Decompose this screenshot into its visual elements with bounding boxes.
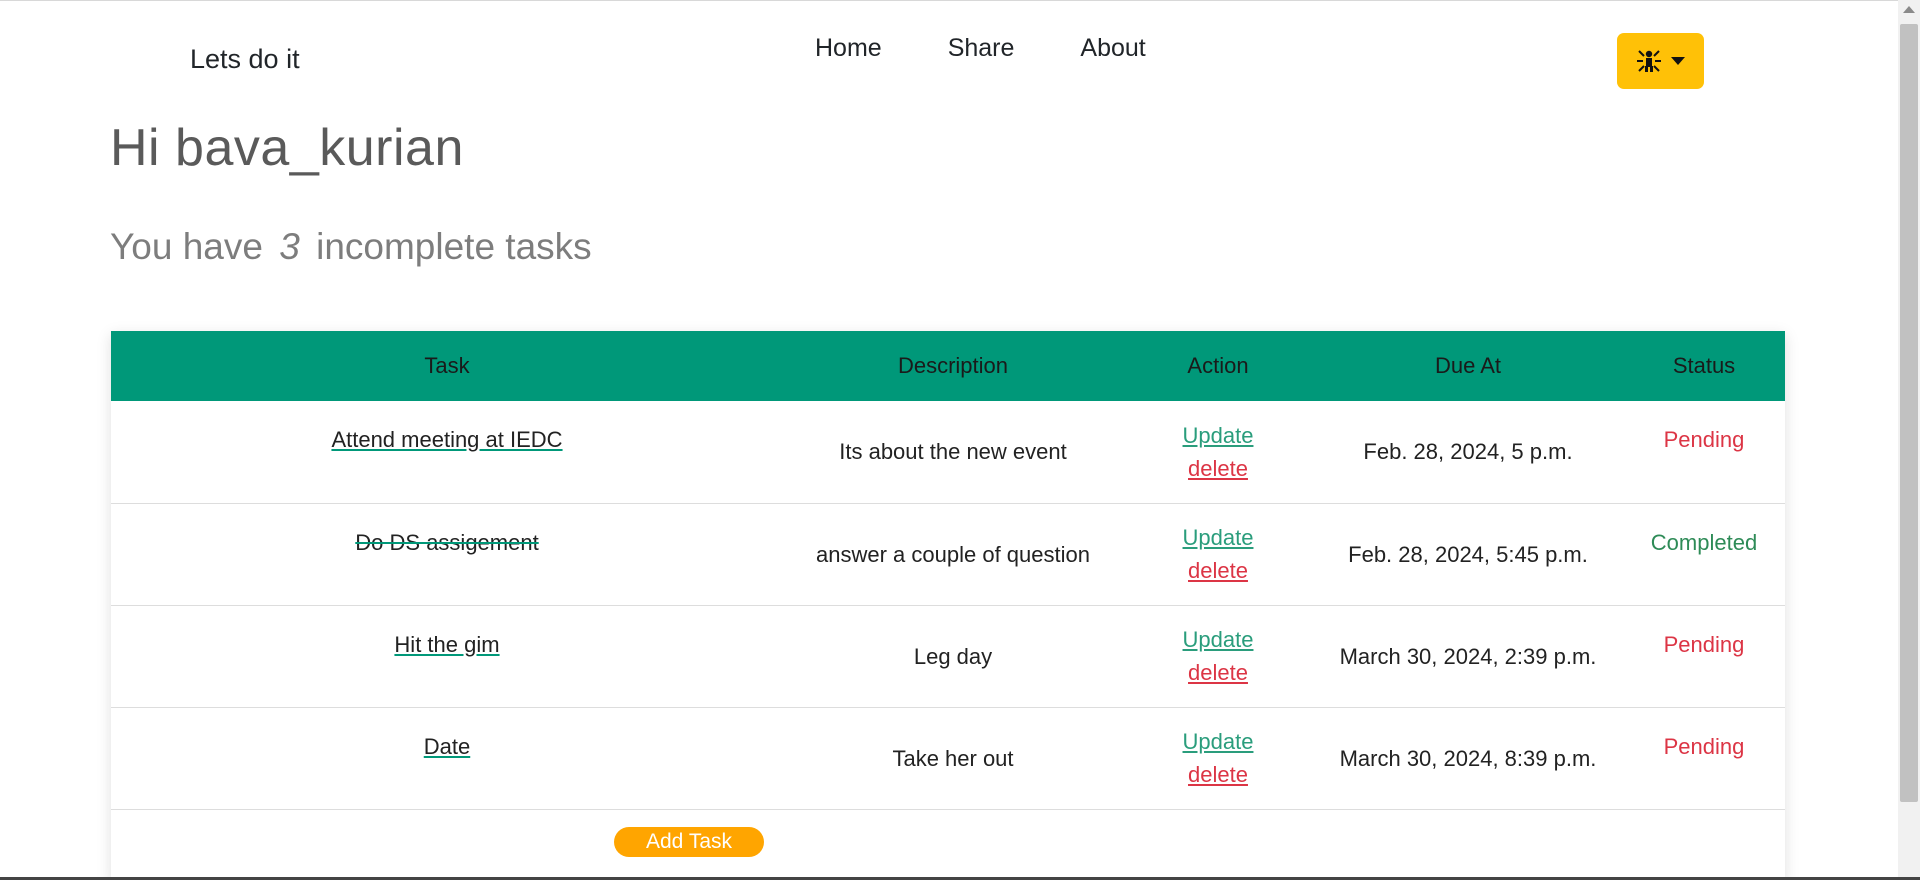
status-badge: Completed [1650, 529, 1758, 555]
task-link[interactable]: Do DS assigement [355, 530, 538, 555]
status-badge: Pending [1663, 631, 1745, 657]
tasks-table: Task Description Action Due At Status At… [111, 331, 1785, 810]
update-link[interactable]: Update [1131, 623, 1305, 656]
due-at-cell: Feb. 28, 2024, 5 p.m. [1363, 439, 1573, 465]
greeting-heading: Hi bava_kurian [110, 119, 464, 177]
top-border [0, 0, 1920, 1]
delete-link[interactable]: delete [1131, 656, 1305, 689]
table-row: Date Take her out Update delete March 30… [111, 707, 1785, 809]
column-header-task: Task [424, 353, 470, 378]
nav-share-link[interactable]: Share [948, 34, 1015, 63]
description-cell: Leg day [913, 643, 993, 669]
summary-prefix: You have [110, 226, 263, 267]
delete-link[interactable]: delete [1131, 452, 1305, 485]
table-row: Attend meeting at IEDC Its about the new… [111, 401, 1785, 503]
task-cell: Date [111, 707, 783, 809]
table-row: Do DS assigement answer a couple of ques… [111, 503, 1785, 605]
delete-link[interactable]: delete [1131, 758, 1305, 791]
column-header-due-at: Due At [1434, 353, 1502, 378]
theme-toggle-button[interactable] [1617, 33, 1704, 89]
chevron-down-icon [1671, 57, 1685, 65]
status-badge: Pending [1663, 733, 1745, 759]
table-header-row: Task Description Action Due At Status [111, 331, 1785, 401]
task-link[interactable]: Hit the gim [394, 632, 499, 657]
theme-auto-icon [1637, 50, 1661, 72]
table-row: Hit the gim Leg day Update delete March … [111, 605, 1785, 707]
column-header-status: Status [1672, 353, 1736, 378]
action-cell: Update delete [1123, 605, 1313, 707]
description-cell: Take her out [892, 745, 1014, 771]
column-header-description: Description [897, 353, 1009, 378]
nav-home-link[interactable]: Home [815, 34, 882, 63]
nav-about-link[interactable]: About [1080, 34, 1145, 63]
task-cell: Attend meeting at IEDC [111, 401, 783, 503]
description-cell: answer a couple of question [816, 541, 1090, 567]
scrollbar-thumb[interactable] [1900, 24, 1918, 802]
status-badge: Pending [1663, 427, 1745, 452]
add-task-button[interactable]: Add Task [614, 827, 764, 857]
description-cell: Its about the new event [839, 439, 1067, 465]
brand-title[interactable]: Lets do it [190, 44, 300, 75]
update-link[interactable]: Update [1131, 521, 1305, 554]
action-cell: Update delete [1123, 401, 1313, 503]
due-at-cell: March 30, 2024, 2:39 p.m. [1339, 643, 1597, 669]
update-link[interactable]: Update [1131, 419, 1305, 452]
task-link[interactable]: Date [424, 734, 470, 759]
task-cell: Hit the gim [111, 605, 783, 707]
tasks-table-card: Task Description Action Due At Status At… [111, 331, 1785, 880]
page: Lets do it Home Share About Hi bava_kuri… [0, 0, 1920, 880]
delete-link[interactable]: delete [1131, 554, 1305, 587]
summary-suffix: incomplete tasks [316, 226, 592, 267]
scroll-up-arrow-icon[interactable] [1903, 6, 1915, 13]
action-cell: Update delete [1123, 503, 1313, 605]
column-header-action: Action [1187, 353, 1249, 378]
incomplete-summary: You have 3 incomplete tasks [110, 226, 592, 268]
task-link[interactable]: Attend meeting at IEDC [331, 427, 562, 452]
incomplete-count: 3 [279, 226, 300, 267]
due-at-cell: March 30, 2024, 8:39 p.m. [1339, 745, 1597, 771]
task-cell: Do DS assigement [111, 503, 783, 605]
action-cell: Update delete [1123, 707, 1313, 809]
due-at-cell: Feb. 28, 2024, 5:45 p.m. [1348, 541, 1588, 567]
update-link[interactable]: Update [1131, 725, 1305, 758]
main-nav: Home Share About [815, 34, 1212, 63]
